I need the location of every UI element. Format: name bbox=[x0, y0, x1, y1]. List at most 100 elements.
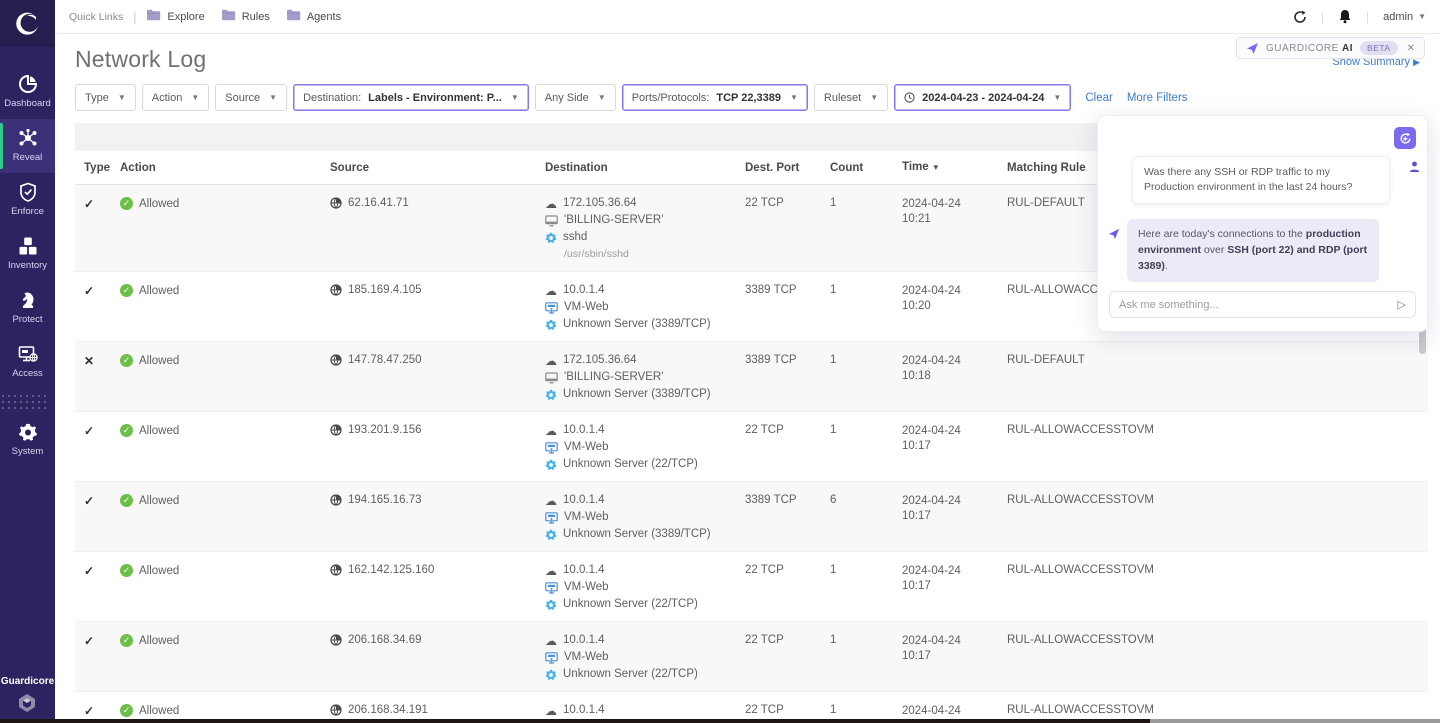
cloud-icon: ☁ bbox=[545, 198, 557, 210]
check-mark-icon: ✓ bbox=[84, 494, 94, 508]
guardicore-logo[interactable] bbox=[0, 0, 55, 47]
allowed-status-icon: ✓ bbox=[120, 494, 133, 507]
filter-chip-any-side[interactable]: Any Side▼ bbox=[535, 84, 616, 111]
sidebar-item-reveal[interactable]: Reveal bbox=[0, 119, 55, 173]
service-gear-icon bbox=[545, 319, 557, 331]
cloud-icon: ☁ bbox=[545, 285, 557, 297]
destination-service: Unknown Server (3389/TCP) bbox=[563, 528, 711, 541]
vm-icon bbox=[545, 512, 558, 524]
folder-icon bbox=[286, 8, 301, 26]
destination-service: Unknown Server (3389/TCP) bbox=[563, 388, 711, 401]
count: 6 bbox=[830, 494, 902, 506]
col-header-action[interactable]: Action bbox=[120, 162, 330, 174]
count: 1 bbox=[830, 704, 902, 716]
destination-process-path: /usr/sbin/sshd bbox=[564, 248, 629, 261]
quick-links-button[interactable]: Quick Links bbox=[69, 11, 123, 23]
action-label: Allowed bbox=[139, 565, 179, 577]
service-gear-icon bbox=[545, 389, 557, 401]
allowed-status-icon: ✓ bbox=[120, 284, 133, 297]
col-header-dest-port[interactable]: Dest. Port bbox=[745, 162, 830, 174]
sidebar-item-dashboard[interactable]: Dashboard bbox=[0, 65, 55, 119]
globe-icon bbox=[330, 424, 342, 436]
inventory-icon bbox=[18, 236, 38, 256]
allowed-status-icon: ✓ bbox=[120, 354, 133, 367]
filter-chip-action[interactable]: Action▼ bbox=[142, 84, 210, 111]
chevron-down-icon: ▼ bbox=[191, 93, 199, 102]
filter-bar: Type▼Action▼Source▼Destination: Labels -… bbox=[55, 73, 1440, 111]
video-progress-bar[interactable] bbox=[0, 719, 1440, 723]
new-chat-button[interactable] bbox=[1394, 127, 1416, 149]
restart-conversation-icon bbox=[1399, 132, 1412, 145]
notifications-bell-icon[interactable] bbox=[1338, 9, 1352, 24]
check-mark-icon: ✓ bbox=[84, 564, 94, 578]
chip-label: Destination: bbox=[303, 92, 361, 104]
globe-icon bbox=[330, 197, 342, 209]
topbar-divider: | bbox=[1366, 10, 1369, 24]
action-label: Allowed bbox=[139, 705, 179, 717]
filter-chip-ports-protocols[interactable]: Ports/Protocols: TCP 22,3389 ▼ bbox=[622, 84, 808, 111]
col-header-time[interactable]: Time ▼ bbox=[902, 160, 1007, 175]
chip-label: Ports/Protocols: bbox=[632, 92, 710, 104]
table-row[interactable]: ✓✓Allowed193.201.9.156☁10.0.1.4VM-WebUnk… bbox=[75, 412, 1428, 482]
col-header-source[interactable]: Source bbox=[330, 162, 545, 174]
time: 2024-04-2410:17 bbox=[902, 424, 1007, 454]
filter-chip-ruleset[interactable]: Ruleset▼ bbox=[814, 84, 888, 111]
topbar-nav-agents[interactable]: Agents bbox=[286, 8, 341, 26]
destination-ip: 10.0.1.4 bbox=[563, 284, 605, 297]
filter-chip-2024-04-23-2024-04-24[interactable]: 2024-04-23 - 2024-04-24▼ bbox=[894, 84, 1071, 111]
table-row[interactable]: ✓✓Allowed206.168.34.69☁10.0.1.4VM-WebUnk… bbox=[75, 622, 1428, 692]
system-icon bbox=[18, 422, 38, 442]
table-row[interactable]: ✓✓Allowed162.142.125.160☁10.0.1.4VM-WebU… bbox=[75, 552, 1428, 622]
col-header-destination[interactable]: Destination bbox=[545, 162, 745, 174]
guardicore-ai-chip[interactable]: GUARDICORE AI BETA ✕ bbox=[1236, 37, 1425, 59]
sidebar-item-protect[interactable]: Protect bbox=[0, 281, 55, 335]
allowed-status-icon: ✓ bbox=[120, 424, 133, 437]
chip-value: TCP 22,3389 bbox=[716, 92, 781, 104]
user-menu[interactable]: admin ▼ bbox=[1383, 11, 1426, 23]
close-icon[interactable]: ✕ bbox=[1407, 43, 1415, 54]
refresh-icon[interactable] bbox=[1293, 10, 1307, 24]
col-header-type[interactable]: Type bbox=[75, 162, 120, 174]
chat-input[interactable] bbox=[1119, 299, 1398, 311]
filter-chip-destination[interactable]: Destination: Labels - Environment: P...▼ bbox=[293, 84, 529, 111]
matching-rule: RUL-DEFAULT bbox=[1007, 354, 1428, 366]
chevron-down-icon: ▼ bbox=[790, 93, 798, 102]
more-filters-button[interactable]: More Filters bbox=[1127, 92, 1188, 104]
topbar-nav-rules[interactable]: Rules bbox=[221, 8, 270, 26]
filter-chip-type[interactable]: Type▼ bbox=[75, 84, 136, 111]
vm-icon bbox=[545, 582, 558, 594]
sidebar-item-system[interactable]: System bbox=[0, 413, 55, 467]
check-mark-icon: ✓ bbox=[84, 704, 94, 718]
check-mark-icon: ✓ bbox=[84, 284, 94, 298]
destination-asset: VM-Web bbox=[564, 511, 609, 524]
destination-ip: 10.0.1.4 bbox=[563, 494, 605, 507]
sidebar-item-inventory[interactable]: Inventory bbox=[0, 227, 55, 281]
source-ip: 193.201.9.156 bbox=[348, 424, 422, 436]
chip-label: Type bbox=[85, 92, 109, 104]
table-row[interactable]: ✕✓Allowed147.78.47.250☁172.105.36.64'BIL… bbox=[75, 342, 1428, 412]
table-row[interactable]: ✓✓Allowed194.165.16.73☁10.0.1.4VM-WebUnk… bbox=[75, 482, 1428, 552]
dest-port: 3389 TCP bbox=[745, 494, 830, 506]
allowed-status-icon: ✓ bbox=[120, 564, 133, 577]
cloud-icon: ☁ bbox=[545, 635, 557, 647]
action-label: Allowed bbox=[139, 635, 179, 647]
sidebar-item-access[interactable]: Access bbox=[0, 335, 55, 389]
filter-chip-source[interactable]: Source▼ bbox=[215, 84, 287, 111]
col-header-count[interactable]: Count bbox=[830, 162, 902, 174]
topbar-nav-label: Agents bbox=[307, 11, 341, 23]
chip-value: Labels - Environment: P... bbox=[368, 92, 502, 104]
topbar-nav-explore[interactable]: Explore bbox=[146, 8, 204, 26]
topbar-nav-label: Explore bbox=[167, 11, 204, 23]
sidebar: DashboardRevealEnforceInventoryProtectAc… bbox=[0, 0, 55, 723]
user-avatar-icon bbox=[1409, 160, 1420, 178]
source-ip: 194.165.16.73 bbox=[348, 494, 422, 506]
user-message-bubble: Was there any SSH or RDP traffic to my P… bbox=[1132, 156, 1390, 204]
service-gear-icon bbox=[545, 669, 557, 681]
send-icon[interactable]: ▷ bbox=[1398, 298, 1406, 311]
chevron-down-icon: ▼ bbox=[1053, 93, 1061, 102]
matching-rule: RUL-ALLOWACCESSTOVM bbox=[1007, 424, 1428, 436]
sidebar-item-enforce[interactable]: Enforce bbox=[0, 173, 55, 227]
destination-service: Unknown Server (22/TCP) bbox=[563, 458, 698, 471]
sidebar-item-label: System bbox=[12, 446, 44, 457]
clear-filters-button[interactable]: Clear bbox=[1085, 92, 1112, 104]
